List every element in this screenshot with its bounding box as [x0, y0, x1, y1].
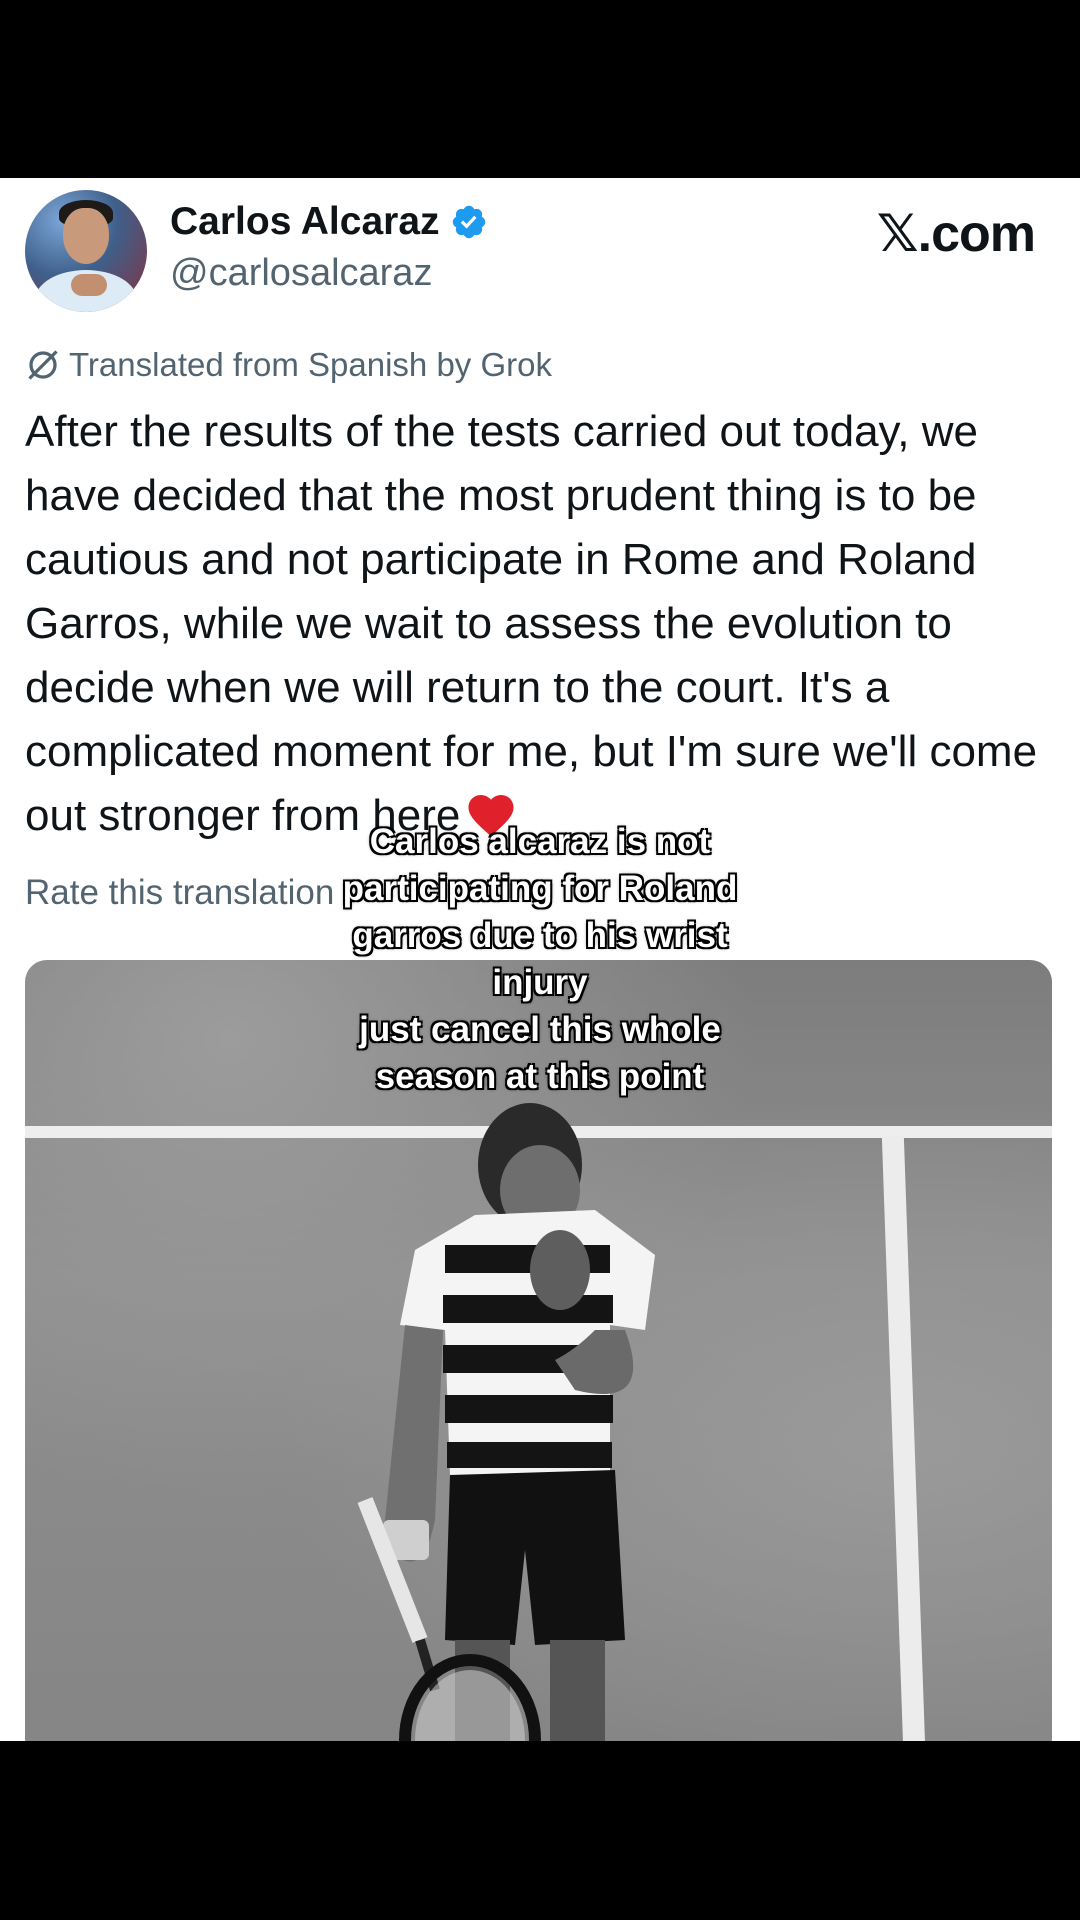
avatar-hand: [71, 274, 107, 296]
translation-note: Translated from Spanish by Grok: [25, 346, 552, 384]
avatar-face: [63, 208, 109, 264]
handle[interactable]: @carlosalcaraz: [170, 252, 432, 295]
bottom-black-bar: [0, 1741, 1080, 1920]
court-sideline: [881, 1136, 927, 1741]
display-name[interactable]: Carlos Alcaraz: [170, 200, 440, 244]
rate-translation-link[interactable]: Rate this translation: [25, 873, 334, 913]
post-body: After the results of the tests carried o…: [25, 400, 1055, 848]
avatar[interactable]: [25, 190, 147, 312]
tennis-player-figure: [357, 1103, 655, 1741]
x-logo: 𝕏.com: [876, 205, 1036, 263]
video-caption-overlay: Carlos alcaraz is not participating for …: [342, 822, 738, 1096]
verified-badge-icon: [452, 205, 485, 239]
display-name-row[interactable]: Carlos Alcaraz: [170, 200, 488, 244]
translation-note-text: Translated from Spanish by Grok: [69, 346, 552, 383]
grok-icon: [28, 350, 58, 380]
post-screenshot-card: Carlos Alcaraz @carlosalcaraz 𝕏.com Tran…: [0, 178, 1080, 1741]
top-black-bar: [0, 0, 1080, 178]
post-body-text: After the results of the tests carried o…: [25, 407, 1050, 840]
